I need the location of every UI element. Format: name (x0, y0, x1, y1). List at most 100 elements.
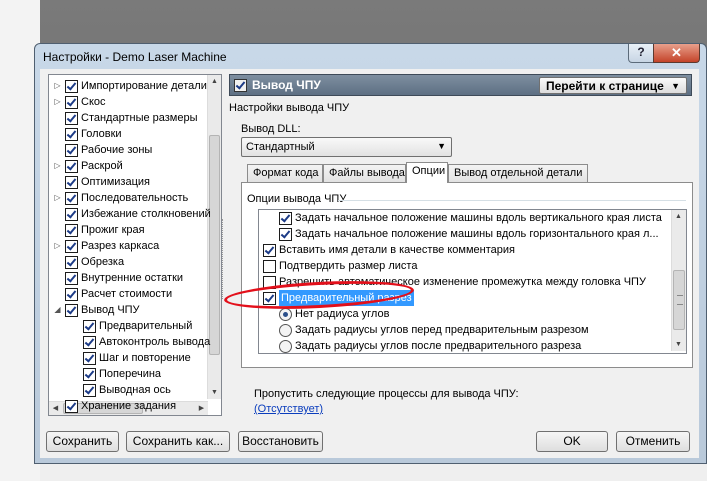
restore-button[interactable]: Восстановить (238, 431, 323, 452)
tree-item-label: Поперечина (99, 368, 162, 380)
checkbox[interactable] (263, 292, 276, 305)
options-vertical-scrollbar[interactable]: ▲ ▼ (671, 210, 686, 351)
checkbox[interactable] (263, 260, 276, 273)
radio-button[interactable] (279, 340, 292, 353)
goto-page-button[interactable]: Перейти к странице ▼ (539, 77, 687, 94)
tree-item-checkbox[interactable] (65, 112, 78, 125)
section-title: Настройки вывода ЧПУ (229, 102, 350, 114)
help-button[interactable]: ? (628, 44, 654, 63)
tab-1[interactable]: Файлы вывода (323, 164, 406, 182)
tree-item-checkbox[interactable] (65, 272, 78, 285)
tree-item-label: Шаг и повторение (99, 352, 191, 364)
tree-item-checkbox[interactable] (83, 368, 96, 381)
group-divider (338, 200, 686, 201)
expand-icon[interactable]: ▷ (53, 94, 62, 110)
scroll-down-icon[interactable]: ▼ (672, 338, 685, 351)
expand-icon[interactable]: ▷ (53, 78, 62, 94)
tree-item-checkbox[interactable] (65, 144, 78, 157)
expand-icon[interactable]: ▷ (53, 238, 62, 254)
tree-item-label: Вывод ЧПУ (81, 304, 140, 316)
tree-item-checkbox[interactable] (65, 400, 78, 413)
tab-3[interactable]: Вывод отдельной детали (448, 164, 588, 182)
dll-label: Вывод DLL: (241, 123, 301, 135)
tree-item-checkbox[interactable] (83, 352, 96, 365)
save-button[interactable]: Сохранить (46, 431, 119, 452)
option-label: Задать начальное положение машины вдоль … (295, 228, 659, 240)
scroll-left-icon[interactable]: ◀ (49, 402, 62, 415)
cancel-button[interactable]: Отменить (616, 431, 690, 452)
chevron-down-icon: ▼ (671, 81, 680, 91)
scroll-up-icon[interactable]: ▲ (672, 210, 685, 223)
tree-item-label: Скос (81, 96, 106, 108)
tree-item-label: Стандартные размеры (81, 112, 198, 124)
tree-item-checkbox[interactable] (65, 240, 78, 253)
scroll-down-icon[interactable]: ▼ (208, 386, 221, 399)
tree-item-checkbox[interactable] (65, 80, 78, 93)
tree-scroll-thumb[interactable] (209, 135, 220, 355)
tree-item-label: Избежание столкновений (81, 208, 211, 220)
dll-select-value: Стандартный (246, 141, 315, 153)
checkbox[interactable] (279, 212, 292, 225)
tree-item-checkbox[interactable] (65, 128, 78, 141)
window-title: Настройки - Demo Laser Machine (43, 50, 227, 64)
tree-item-checkbox[interactable] (65, 96, 78, 109)
dll-select[interactable]: Стандартный ▼ (241, 137, 452, 157)
tree-item-label: Головки (81, 128, 122, 140)
checkbox-icon (234, 79, 247, 92)
tree-item-checkbox[interactable] (83, 384, 96, 397)
options-list[interactable]: ▲ ▼ Задать начальное положение машины вд… (258, 209, 687, 354)
tree-item-checkbox[interactable] (65, 208, 78, 221)
option-label: Подтвердить размер листа (279, 260, 418, 272)
tree-item-checkbox[interactable] (83, 320, 96, 333)
tree-item-label: Хранение задания (81, 400, 177, 412)
tree-item-label: Разрез каркаса (81, 240, 160, 252)
tree-item-label: Последовательность (81, 192, 189, 204)
collapse-icon[interactable]: ◢ (53, 302, 62, 318)
settings-tree[interactable]: ▲ ▼ ◀ ▶ ▷ Импортирование детали ▷ Скос Станд… (48, 74, 222, 416)
expand-icon[interactable]: ▷ (53, 190, 62, 206)
dialog-client: ▲ ▼ ◀ ▶ ▷ Импортирование детали ▷ Скос Станд… (40, 69, 699, 458)
radio-button[interactable] (279, 324, 292, 337)
option-label: Задать начальное положение машины вдоль … (295, 212, 662, 224)
tree-item-label: Расчет стоимости (81, 288, 173, 300)
checkbox[interactable] (263, 276, 276, 289)
tree-item-checkbox[interactable] (65, 224, 78, 237)
radio-button[interactable] (279, 308, 292, 321)
tab-2[interactable]: Опции (406, 162, 448, 183)
save-as-button[interactable]: Сохранить как... (126, 431, 230, 452)
tree-item-checkbox[interactable] (83, 336, 96, 349)
scroll-right-icon[interactable]: ▶ (195, 402, 208, 415)
tree-item-label: Оптимизация (81, 176, 150, 188)
page-title: Вывод ЧПУ (252, 78, 321, 92)
skip-processes-link[interactable]: (Отсутствует) (254, 403, 323, 415)
tab-0[interactable]: Формат кода (247, 164, 323, 182)
option-label: Задать радиусы углов после предварительн… (295, 340, 582, 352)
checkbox[interactable] (263, 244, 276, 257)
title-bar[interactable]: Настройки - Demo Laser Machine ? ✕ (35, 44, 706, 70)
tree-item-checkbox[interactable] (65, 304, 78, 317)
option-label: Нет радиуса углов (295, 308, 390, 320)
tree-item-checkbox[interactable] (65, 256, 78, 269)
ok-button[interactable]: OK (536, 431, 608, 452)
tree-vertical-scrollbar[interactable]: ▲ ▼ (207, 75, 221, 399)
desktop-bottom-strip (40, 462, 707, 481)
tree-item-label: Импортирование детали (81, 80, 207, 92)
tree-item-label: Раскрой (81, 160, 123, 172)
pane-splitter[interactable] (222, 219, 227, 299)
tree-item-checkbox[interactable] (65, 288, 78, 301)
tree-item-label: Предварительный (99, 320, 193, 332)
option-label: Предварительный разрез (279, 290, 414, 306)
tree-item-checkbox[interactable] (65, 176, 78, 189)
checkbox[interactable] (279, 228, 292, 241)
tree-item-checkbox[interactable] (65, 192, 78, 205)
options-scroll-thumb[interactable] (673, 270, 685, 330)
options-group-label: Опции вывода ЧПУ (247, 193, 347, 205)
close-button[interactable]: ✕ (653, 44, 700, 63)
expand-icon[interactable]: ▷ (53, 158, 62, 174)
tree-item-checkbox[interactable] (65, 160, 78, 173)
scroll-up-icon[interactable]: ▲ (208, 75, 221, 88)
tree-item-label: Прожиг края (81, 224, 145, 236)
tree-item-label: Выводная ось (99, 384, 171, 396)
option-label: Задать радиусы углов перед предварительн… (295, 324, 589, 336)
tree-item-label: Обрезка (81, 256, 125, 268)
